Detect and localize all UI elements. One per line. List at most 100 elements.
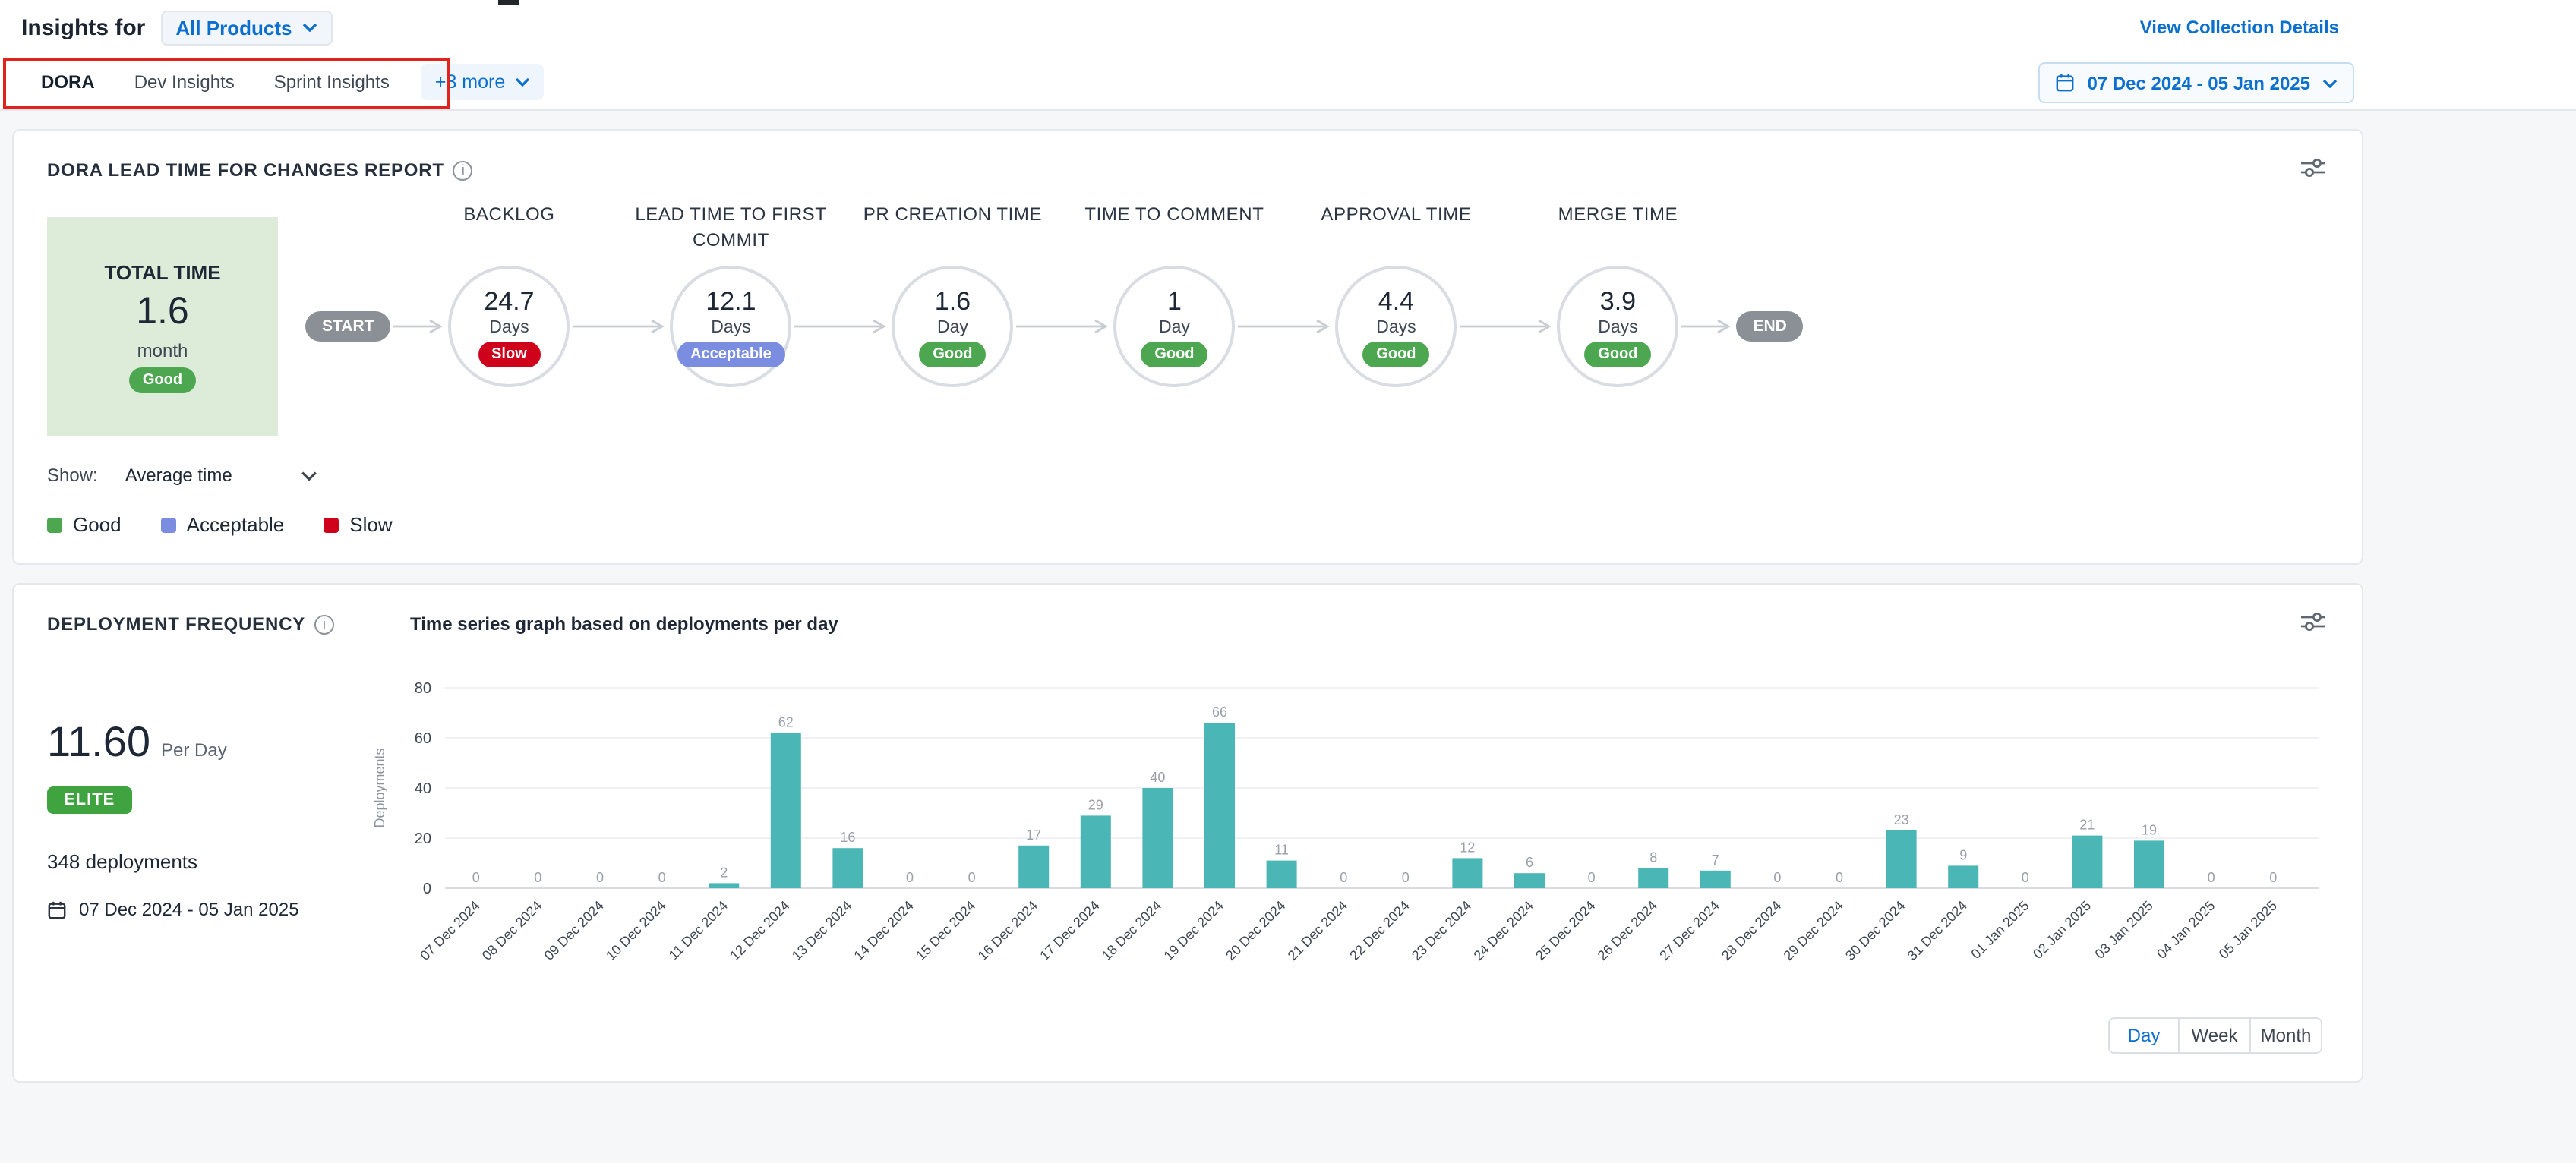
stage-pr-creation-time: PR CREATION TIME 1.6 Day Good <box>892 266 1013 387</box>
deployments-bar-chart: Deployments020406080007 Dec 2024008 Dec … <box>369 648 2328 1007</box>
sliders-icon <box>2301 612 2325 632</box>
svg-text:20 Dec 2024: 20 Dec 2024 <box>1223 898 1288 963</box>
svg-text:17 Dec 2024: 17 Dec 2024 <box>1037 898 1102 963</box>
svg-text:0: 0 <box>2208 870 2215 885</box>
svg-text:07 Dec 2024: 07 Dec 2024 <box>417 898 482 963</box>
stage-circle: 24.7 Days Slow <box>448 266 570 387</box>
svg-text:0: 0 <box>968 870 976 885</box>
svg-text:80: 80 <box>415 680 431 697</box>
svg-text:15 Dec 2024: 15 Dec 2024 <box>913 898 978 963</box>
stage-name: APPROVAL TIME <box>1280 202 1511 257</box>
stage-unit: Days <box>489 318 529 336</box>
stage-unit: Day <box>1159 318 1190 336</box>
lead-time-card-title: DORA LEAD TIME FOR CHANGES REPORT <box>47 159 444 181</box>
flow-arrow-icon <box>392 317 447 336</box>
svg-text:9: 9 <box>1959 847 1967 862</box>
svg-text:29 Dec 2024: 29 Dec 2024 <box>1781 898 1846 963</box>
legend-swatch <box>47 517 62 532</box>
stage-approval-time: APPROVAL TIME 4.4 Days Good <box>1335 266 1457 387</box>
svg-text:0: 0 <box>2022 870 2029 885</box>
svg-text:60: 60 <box>415 730 431 747</box>
stage-value: 12.1 <box>706 286 756 317</box>
stage-rating-badge: Good <box>1584 341 1651 367</box>
svg-text:40: 40 <box>415 780 431 797</box>
svg-text:66: 66 <box>1212 704 1227 720</box>
granularity-toggle: DayWeekMonth <box>369 1017 2322 1054</box>
toggle-day[interactable]: Day <box>2108 1017 2180 1054</box>
svg-text:0: 0 <box>472 870 480 885</box>
chevron-down-icon <box>303 23 318 32</box>
view-collection-details-link[interactable]: View Collection Details <box>2140 17 2339 38</box>
svg-text:29: 29 <box>1088 797 1103 812</box>
widget-settings-button[interactable] <box>2298 155 2328 185</box>
legend-item-acceptable: Acceptable <box>161 513 285 536</box>
deployment-date-range-value: 07 Dec 2024 - 05 Jan 2025 <box>79 899 299 920</box>
stage-time-to-comment: TIME TO COMMENT 1 Day Good <box>1113 266 1235 387</box>
svg-text:18 Dec 2024: 18 Dec 2024 <box>1099 898 1164 963</box>
stage-unit: Days <box>711 318 750 336</box>
more-tabs-button[interactable]: +3 more <box>421 64 543 100</box>
stage-circle: 1.6 Day Good <box>892 266 1013 387</box>
toggle-week[interactable]: Week <box>2180 1017 2251 1054</box>
svg-text:21 Dec 2024: 21 Dec 2024 <box>1285 898 1350 963</box>
svg-text:24 Dec 2024: 24 Dec 2024 <box>1471 898 1536 963</box>
flow-start-pill: START <box>305 311 390 342</box>
svg-text:0: 0 <box>596 870 604 885</box>
stage-circle: 12.1 Days Acceptable <box>670 266 791 387</box>
stage-circle: 1 Day Good <box>1113 266 1235 387</box>
tab-sprint-insights[interactable]: Sprint Insights <box>254 55 409 109</box>
info-icon[interactable]: i <box>453 160 473 180</box>
tab-dora[interactable]: DORA <box>21 55 115 109</box>
stage-value: 3.9 <box>1600 286 1636 317</box>
svg-text:0: 0 <box>2269 870 2277 885</box>
svg-text:19: 19 <box>2142 822 2157 837</box>
svg-text:02 Jan 2025: 02 Jan 2025 <box>2030 898 2094 962</box>
svg-text:16: 16 <box>840 830 855 845</box>
deployment-card-title: DEPLOYMENT FREQUENCY <box>47 613 305 635</box>
stage-name: BACKLOG <box>393 202 624 257</box>
svg-text:0: 0 <box>1588 870 1596 885</box>
more-tabs-label: +3 more <box>435 71 505 93</box>
stage-rating-badge: Good <box>1362 341 1429 367</box>
deployment-rate-unit: Per Day <box>161 739 227 761</box>
total-time-box: TOTAL TIME 1.6 month Good <box>47 217 278 436</box>
deployment-chart-subtitle: Time series graph based on deployments p… <box>410 613 838 635</box>
svg-text:0: 0 <box>1402 870 1410 885</box>
svg-text:08 Dec 2024: 08 Dec 2024 <box>479 898 545 963</box>
flow-arrow-icon <box>1680 317 1735 336</box>
stage-value: 4.4 <box>1378 286 1414 317</box>
svg-text:05 Jan 2025: 05 Jan 2025 <box>2216 898 2280 962</box>
flow-arrow-icon <box>571 317 668 336</box>
main-content: DORA LEAD TIME FOR CHANGES REPORT i TOTA… <box>0 111 2576 1163</box>
show-label: Show: <box>47 465 98 486</box>
date-range-picker[interactable]: 07 Dec 2024 - 05 Jan 2025 <box>2038 62 2354 103</box>
deployments-total: 348 deployments <box>47 850 369 873</box>
deployment-chart: Deployments020406080007 Dec 2024008 Dec … <box>369 648 2328 1054</box>
svg-text:7: 7 <box>1712 853 1719 868</box>
chevron-down-icon <box>514 77 529 87</box>
chevron-down-icon <box>2322 78 2338 87</box>
stage-value: 24.7 <box>484 286 534 317</box>
flow-end-pill: END <box>1736 311 1803 342</box>
svg-text:20: 20 <box>415 830 431 847</box>
tab-dev-insights[interactable]: Dev Insights <box>115 55 254 109</box>
widget-settings-button[interactable] <box>2298 609 2328 639</box>
product-selector[interactable]: All Products <box>160 10 333 45</box>
stage-rating-badge: Good <box>1141 341 1208 367</box>
toggle-month[interactable]: Month <box>2251 1017 2322 1054</box>
svg-text:0: 0 <box>906 870 914 885</box>
svg-text:10 Dec 2024: 10 Dec 2024 <box>603 898 668 963</box>
deployment-card-body: 11.60 Per Day ELITE 348 deployments 07 D… <box>47 648 2328 1054</box>
svg-text:17: 17 <box>1026 827 1041 843</box>
date-range-value: 07 Dec 2024 - 05 Jan 2025 <box>2087 72 2310 93</box>
legend-item-good: Good <box>47 513 122 536</box>
deployment-card-header: DEPLOYMENT FREQUENCY i Time series graph… <box>47 609 2328 639</box>
svg-text:16 Dec 2024: 16 Dec 2024 <box>975 898 1040 963</box>
flow-arrow-icon <box>793 317 890 336</box>
top-bar: Insights for All Products View Collectio… <box>0 0 2576 55</box>
svg-text:11: 11 <box>1274 843 1289 858</box>
svg-text:27 Dec 2024: 27 Dec 2024 <box>1656 898 1722 963</box>
info-icon[interactable]: i <box>314 614 334 634</box>
lead-time-card-header: DORA LEAD TIME FOR CHANGES REPORT i <box>47 155 2328 185</box>
show-select[interactable]: Show: Average time <box>47 465 317 486</box>
